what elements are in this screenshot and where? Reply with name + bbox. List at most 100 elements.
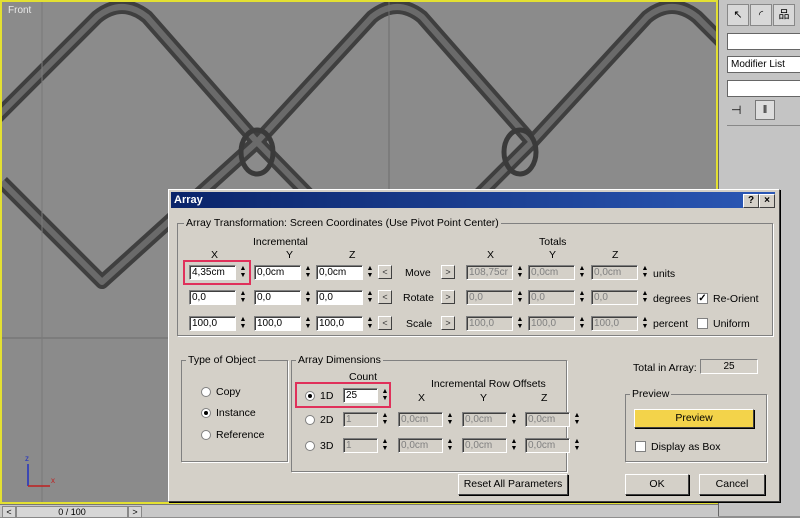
move-tot-y-spinner[interactable]: 0,0cm ▲ ▼	[528, 265, 588, 280]
2d-offset-y-spinner[interactable]: 0,0cm ▲ ▼	[462, 412, 520, 427]
3d-offset-y-spinner[interactable]: 0,0cm ▲ ▼	[462, 438, 520, 453]
3d-offset-x-arrows[interactable]: ▲ ▼	[445, 438, 455, 453]
rotate-inc-z-arrows[interactable]: ▲ ▼	[365, 290, 375, 305]
scale-inc-x-spinner[interactable]: 100,0 ▲ ▼	[189, 316, 249, 331]
reference-radio[interactable]	[201, 430, 211, 440]
help-button[interactable]: ?	[743, 194, 759, 208]
scale-tot-y-arrows[interactable]: ▲ ▼	[577, 316, 587, 331]
rotate-tot-y-arrows[interactable]: ▲ ▼	[577, 290, 587, 305]
3d-offset-x-field[interactable]: 0,0cm	[398, 438, 443, 453]
show-end-result-icon[interactable]: ‖	[755, 100, 775, 120]
rotate-right-arrow-button[interactable]: >	[441, 290, 455, 304]
time-prev-button[interactable]: <	[2, 506, 16, 518]
2d-offset-z-arrows[interactable]: ▲ ▼	[572, 412, 582, 427]
move-inc-y-field[interactable]: 0,0cm	[254, 265, 301, 280]
3d-offset-z-arrows[interactable]: ▲ ▼	[572, 438, 582, 453]
move-tot-y-field[interactable]: 0,0cm	[528, 265, 575, 280]
3d-offset-y-field[interactable]: 0,0cm	[462, 438, 507, 453]
scale-tot-z-field[interactable]: 100,0	[591, 316, 638, 331]
2d-count-field[interactable]: 1	[343, 412, 378, 427]
ok-button[interactable]: OK	[625, 474, 689, 495]
rotate-inc-z-field[interactable]: 0,0	[316, 290, 363, 305]
instance-radio[interactable]	[201, 408, 211, 418]
rotate-tot-x-field[interactable]: 0,0	[466, 290, 513, 305]
modify-tab-icon[interactable]: ◜	[750, 4, 772, 26]
move-tot-x-field[interactable]: 108,75cr	[466, 265, 513, 280]
2d-offset-x-arrows[interactable]: ▲ ▼	[445, 412, 455, 427]
dialog-title-bar[interactable]: Array ? ×	[171, 192, 775, 208]
move-tot-z-arrows[interactable]: ▲ ▼	[640, 265, 650, 280]
3d-offset-z-spinner[interactable]: 0,0cm ▲ ▼	[525, 438, 583, 453]
move-tot-x-spinner[interactable]: 108,75cr ▲ ▼	[466, 265, 526, 280]
time-slider[interactable]: < 0 / 100 >	[0, 504, 718, 518]
rotate-inc-x-spinner[interactable]: 0,0 ▲ ▼	[189, 290, 249, 305]
rotate-tot-z-field[interactable]: 0,0	[591, 290, 638, 305]
rotate-inc-z-spinner[interactable]: 0,0 ▲ ▼	[316, 290, 376, 305]
uniform-checkbox[interactable]	[697, 318, 708, 329]
2d-offset-y-field[interactable]: 0,0cm	[462, 412, 507, 427]
scale-inc-x-arrows[interactable]: ▲ ▼	[238, 316, 248, 331]
rotate-left-arrow-button[interactable]: <	[378, 290, 392, 304]
move-tot-z-field[interactable]: 0,0cm	[591, 265, 638, 280]
scale-tot-y-spinner[interactable]: 100,0 ▲ ▼	[528, 316, 588, 331]
modifier-list-dropdown[interactable]: Modifier List	[727, 56, 800, 73]
move-tot-z-spinner[interactable]: 0,0cm ▲ ▼	[591, 265, 651, 280]
scale-inc-x-field[interactable]: 100,0	[189, 316, 236, 331]
scale-tot-z-spinner[interactable]: 100,0 ▲ ▼	[591, 316, 651, 331]
close-button[interactable]: ×	[759, 194, 775, 208]
scale-inc-y-spinner[interactable]: 100,0 ▲ ▼	[254, 316, 314, 331]
time-slider-thumb[interactable]: 0 / 100	[16, 506, 128, 518]
create-tab-icon[interactable]: ↖	[727, 4, 749, 26]
rotate-inc-y-field[interactable]: 0,0	[254, 290, 301, 305]
scale-inc-y-field[interactable]: 100,0	[254, 316, 301, 331]
2d-offset-x-field[interactable]: 0,0cm	[398, 412, 443, 427]
move-left-arrow-button[interactable]: <	[378, 265, 392, 279]
rotate-tot-z-arrows[interactable]: ▲ ▼	[640, 290, 650, 305]
move-inc-z-spinner[interactable]: 0,0cm ▲ ▼	[316, 265, 376, 280]
2d-offset-y-arrows[interactable]: ▲ ▼	[509, 412, 519, 427]
modifier-stack[interactable]	[727, 80, 800, 97]
2d-radio[interactable]	[305, 415, 315, 425]
scale-inc-y-arrows[interactable]: ▲ ▼	[303, 316, 313, 331]
cancel-button[interactable]: Cancel	[699, 474, 765, 495]
2d-offset-x-spinner[interactable]: 0,0cm ▲ ▼	[398, 412, 456, 427]
reset-all-parameters-button[interactable]: Reset All Parameters	[458, 474, 568, 495]
scale-inc-z-arrows[interactable]: ▲ ▼	[365, 316, 375, 331]
hierarchy-tab-icon[interactable]: 品	[773, 4, 795, 26]
rotate-inc-y-arrows[interactable]: ▲ ▼	[303, 290, 313, 305]
2d-count-spinner[interactable]: 1 ▲ ▼	[343, 412, 391, 427]
time-next-button[interactable]: >	[128, 506, 142, 518]
2d-offset-z-field[interactable]: 0,0cm	[525, 412, 570, 427]
3d-offset-x-spinner[interactable]: 0,0cm ▲ ▼	[398, 438, 456, 453]
scale-inc-z-field[interactable]: 100,0	[316, 316, 363, 331]
3d-count-spinner[interactable]: 1 ▲ ▼	[343, 438, 391, 453]
copy-radio[interactable]	[201, 387, 211, 397]
3d-offset-y-arrows[interactable]: ▲ ▼	[509, 438, 519, 453]
rotate-tot-y-spinner[interactable]: 0,0 ▲ ▼	[528, 290, 588, 305]
scale-tot-x-field[interactable]: 100,0	[466, 316, 513, 331]
move-inc-z-arrows[interactable]: ▲ ▼	[365, 265, 375, 280]
move-right-arrow-button[interactable]: >	[441, 265, 455, 279]
2d-offset-z-spinner[interactable]: 0,0cm ▲ ▼	[525, 412, 583, 427]
3d-offset-z-field[interactable]: 0,0cm	[525, 438, 570, 453]
move-tot-y-arrows[interactable]: ▲ ▼	[577, 265, 587, 280]
rotate-inc-y-spinner[interactable]: 0,0 ▲ ▼	[254, 290, 314, 305]
3d-radio[interactable]	[305, 441, 315, 451]
scale-inc-z-spinner[interactable]: 100,0 ▲ ▼	[316, 316, 376, 331]
scale-tot-x-arrows[interactable]: ▲ ▼	[515, 316, 525, 331]
scale-left-arrow-button[interactable]: <	[378, 316, 392, 330]
rotate-tot-y-field[interactable]: 0,0	[528, 290, 575, 305]
move-inc-y-spinner[interactable]: 0,0cm ▲ ▼	[254, 265, 314, 280]
move-inc-y-arrows[interactable]: ▲ ▼	[303, 265, 313, 280]
2d-count-arrows[interactable]: ▲ ▼	[380, 412, 390, 427]
rotate-inc-x-field[interactable]: 0,0	[189, 290, 236, 305]
3d-count-field[interactable]: 1	[343, 438, 378, 453]
viewport-label[interactable]: Front	[8, 5, 31, 16]
preview-button[interactable]: Preview	[634, 409, 754, 428]
rotate-inc-x-arrows[interactable]: ▲ ▼	[238, 290, 248, 305]
scale-right-arrow-button[interactable]: >	[441, 316, 455, 330]
rotate-tot-z-spinner[interactable]: 0,0 ▲ ▼	[591, 290, 651, 305]
rotate-tot-x-arrows[interactable]: ▲ ▼	[515, 290, 525, 305]
rotate-tot-x-spinner[interactable]: 0,0 ▲ ▼	[466, 290, 526, 305]
scale-tot-y-field[interactable]: 100,0	[528, 316, 575, 331]
